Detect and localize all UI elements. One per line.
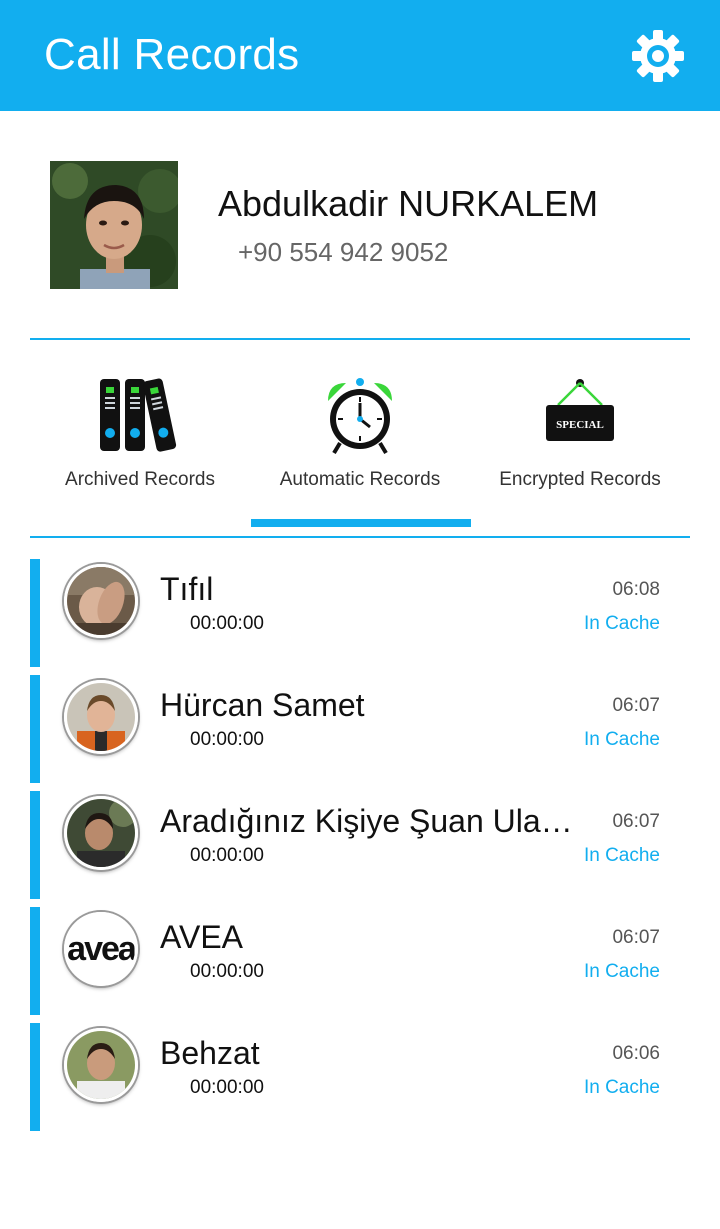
- app-bar: Call Records: [0, 0, 720, 111]
- contact-name: Aradığınız Kişiye Şuan Ulaşılamıyor: [160, 803, 584, 839]
- call-time: 06:07: [612, 811, 660, 832]
- call-time: 06:08: [612, 579, 660, 600]
- special-sign-icon: SPECIAL: [546, 379, 614, 441]
- status-badge: In Cache: [583, 613, 660, 634]
- call-time: 06:07: [612, 927, 660, 948]
- avatar: [64, 1028, 138, 1102]
- tab-automatic-records[interactable]: Automatic Records: [250, 341, 470, 537]
- profile-header: Abdulkadir NURKALEM +90 554 942 9052: [0, 111, 720, 339]
- call-duration: 00:00:00: [190, 729, 264, 750]
- call-time: 06:06: [612, 1043, 660, 1064]
- row-accent-bar: [30, 791, 40, 899]
- special-badge-text: SPECIAL: [556, 419, 604, 431]
- status-badge: In Cache: [583, 845, 660, 866]
- app-title: Call Records: [44, 30, 300, 79]
- profile-photo: [50, 161, 178, 289]
- status-badge: In Cache: [583, 1077, 660, 1098]
- gear-icon[interactable]: [630, 28, 686, 84]
- list-item[interactable]: Behzat 00:00:00 06:06 In Cache: [30, 1023, 690, 1131]
- status-badge: In Cache: [583, 729, 660, 750]
- row-accent-bar: [30, 907, 40, 1015]
- contact-name: Behzat: [160, 1035, 260, 1071]
- binders-icon: [100, 378, 177, 452]
- call-duration: 00:00:00: [190, 1077, 264, 1098]
- call-duration: 00:00:00: [190, 613, 264, 634]
- alarm-clock-icon: [328, 378, 392, 455]
- list-item[interactable]: Aradığınız Kişiye Şuan Ulaşılamıyor 00:0…: [30, 791, 690, 899]
- avea-logo-text: avea: [67, 930, 135, 968]
- profile-name: Abdulkadir NURKALEM: [218, 183, 599, 224]
- tab-archived-records[interactable]: Archived Records: [30, 341, 250, 537]
- active-tab-indicator: [251, 519, 471, 527]
- row-accent-bar: [30, 1023, 40, 1131]
- tab-label-encrypted: Encrypted Records: [499, 469, 661, 490]
- contact-name: Hürcan Samet: [160, 687, 365, 723]
- call-time: 06:07: [612, 695, 660, 716]
- tab-label-automatic: Automatic Records: [279, 469, 441, 490]
- contact-name: AVEA: [160, 919, 243, 955]
- list-item[interactable]: avea AVEA 00:00:00 06:07 In Cache: [30, 907, 690, 1015]
- divider-bottom: [30, 536, 690, 538]
- tab-encrypted-records[interactable]: SPECIAL Encrypted Records: [470, 341, 690, 537]
- call-duration: 00:00:00: [190, 845, 264, 866]
- avatar: [64, 796, 138, 870]
- profile-phone: +90 554 942 9052: [238, 237, 449, 267]
- record-tabs: Archived Records Automatic Records SPECI…: [30, 341, 690, 537]
- call-duration: 00:00:00: [190, 961, 264, 982]
- list-item[interactable]: Hürcan Samet 00:00:00 06:07 In Cache: [30, 675, 690, 783]
- divider-top: [30, 338, 690, 340]
- contact-name: Tıfıl: [160, 571, 214, 607]
- list-item[interactable]: Tıfıl 00:00:00 06:08 In Cache: [30, 559, 690, 667]
- status-badge: In Cache: [583, 961, 660, 982]
- avatar: [64, 564, 138, 638]
- row-accent-bar: [30, 675, 40, 783]
- avatar: avea: [64, 912, 138, 986]
- tab-label-archived: Archived Records: [65, 469, 215, 490]
- avatar: [64, 680, 138, 754]
- row-accent-bar: [30, 559, 40, 667]
